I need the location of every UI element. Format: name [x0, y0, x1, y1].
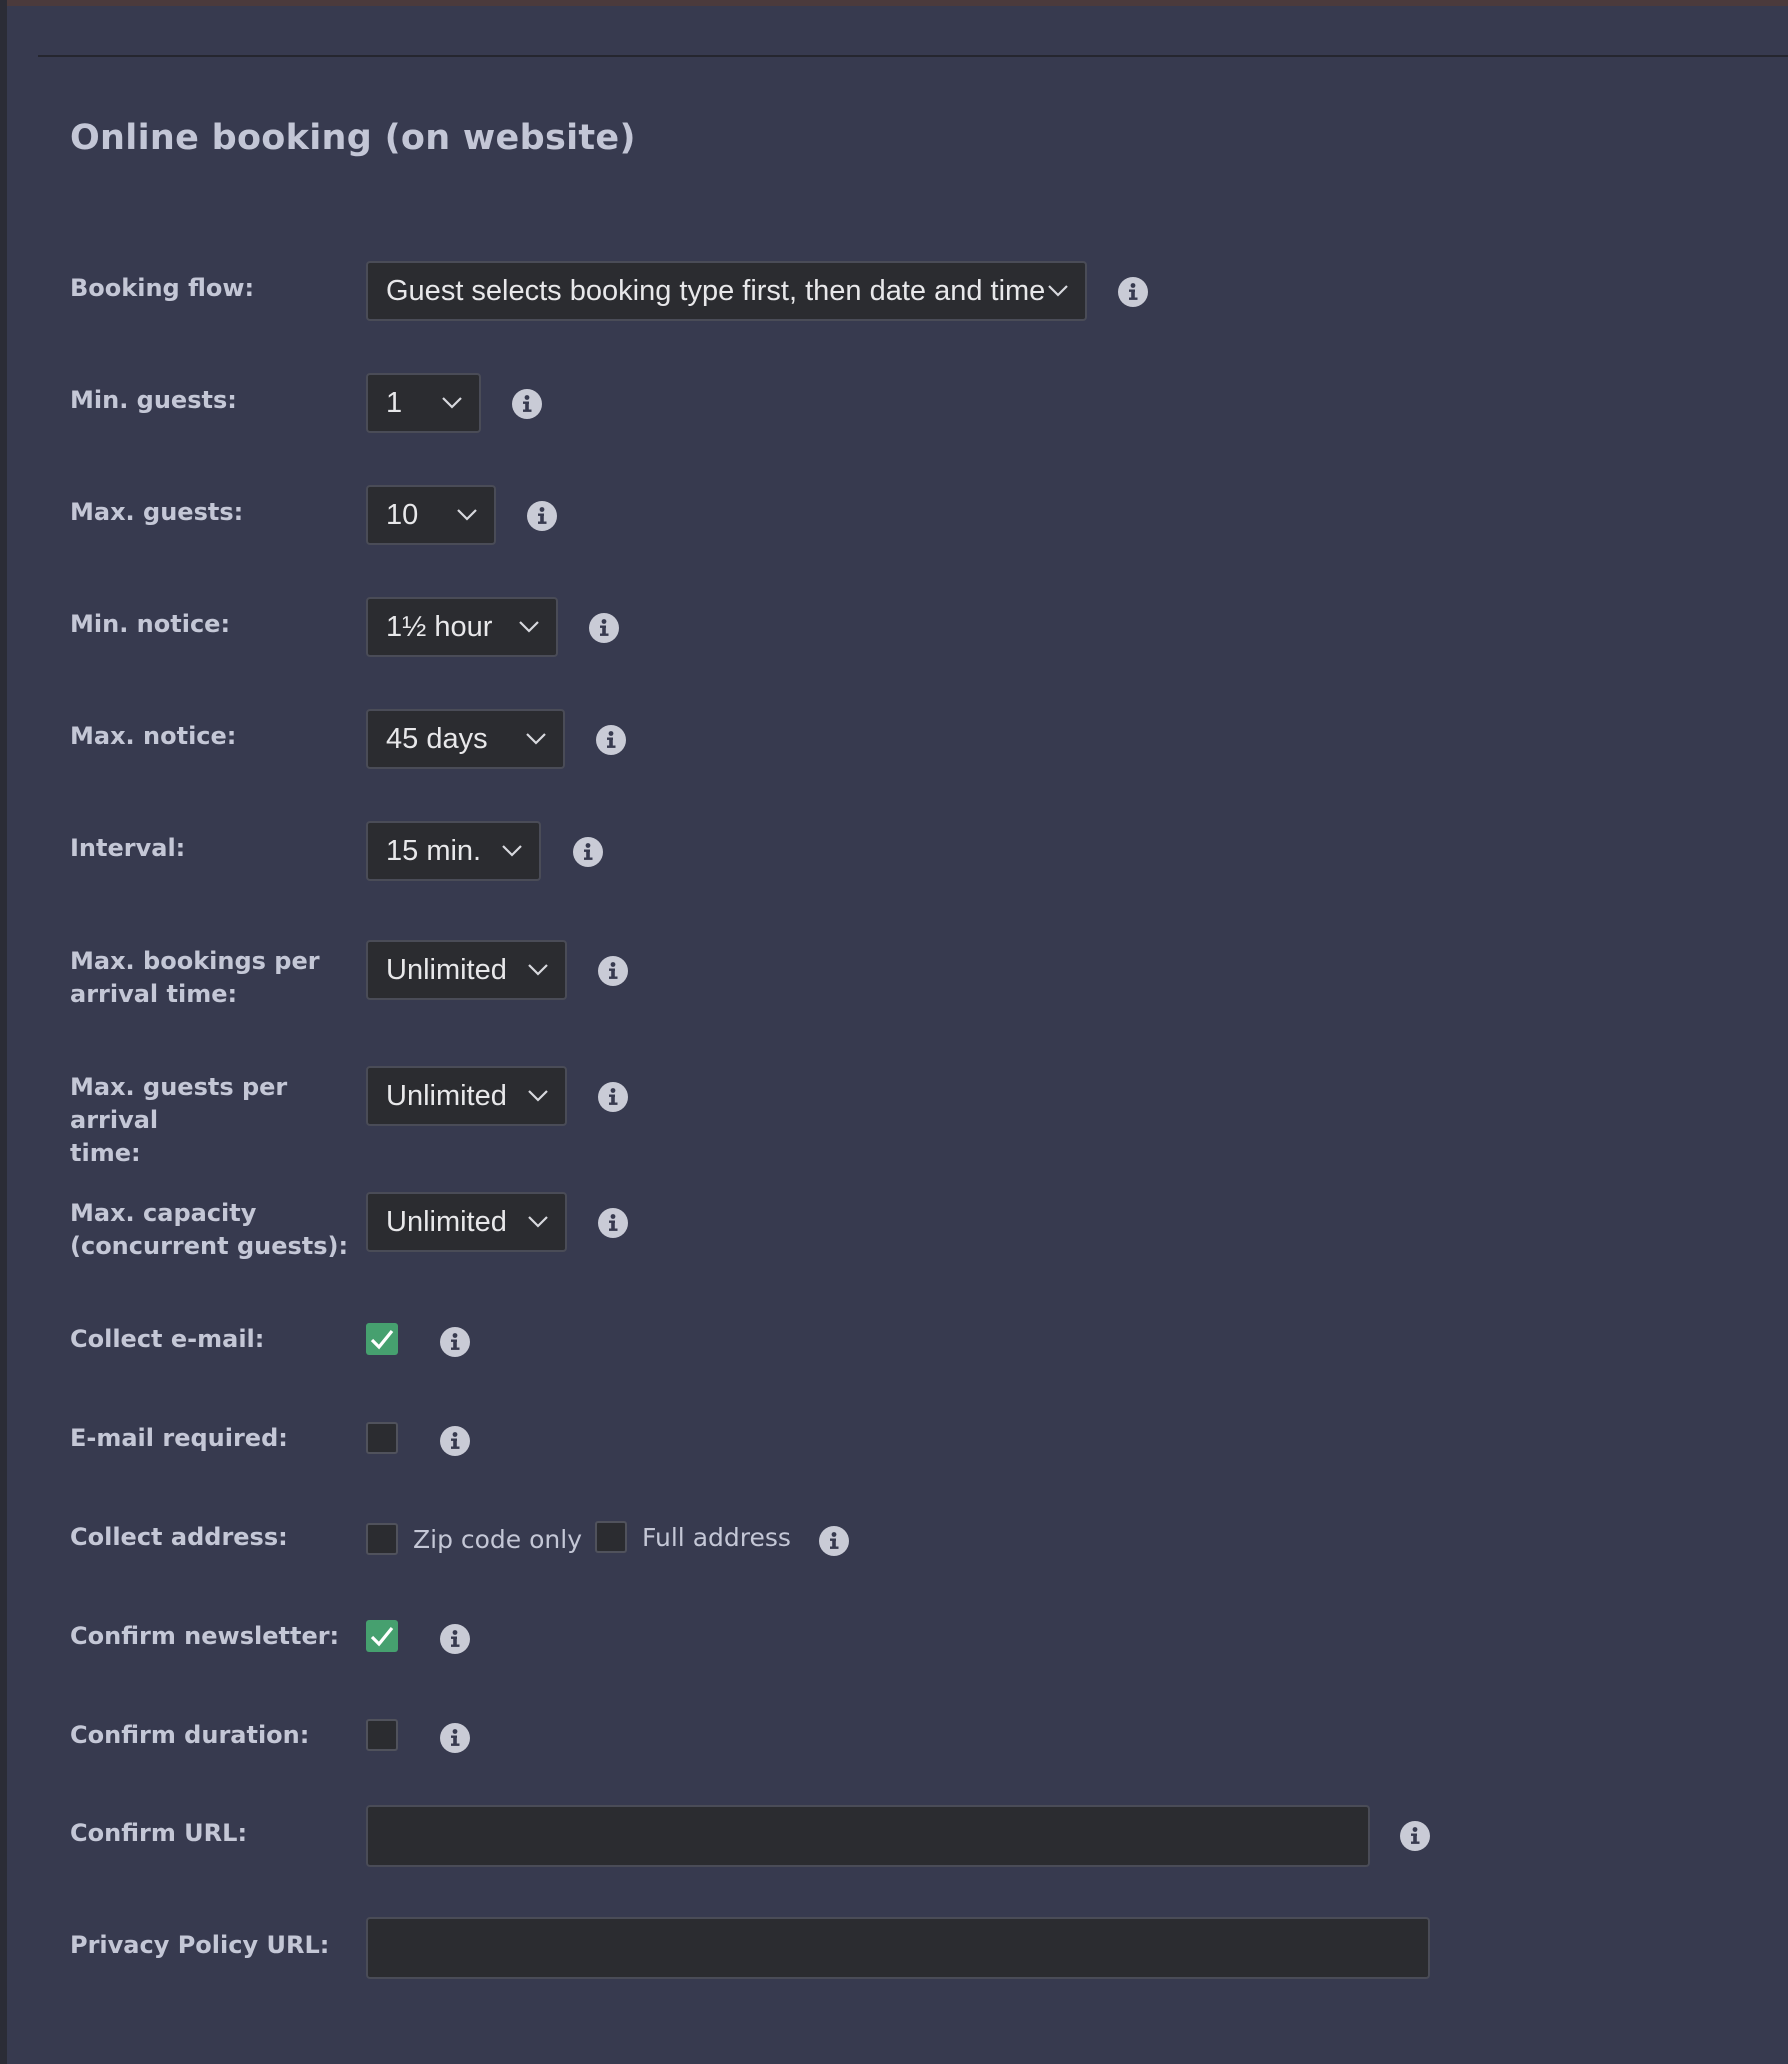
- info-icon[interactable]: [440, 1327, 470, 1357]
- top-accent-bar: [0, 0, 1788, 6]
- info-icon[interactable]: [819, 1526, 849, 1556]
- zip-code-only-label: Zip code only: [413, 1525, 583, 1554]
- info-icon[interactable]: [573, 837, 603, 867]
- max-capacity-value: Unlimited: [386, 1205, 507, 1238]
- email-required-label: E-mail required:: [70, 1424, 288, 1452]
- chevron-down-icon: [526, 733, 546, 745]
- info-icon[interactable]: [440, 1624, 470, 1654]
- min-guests-label: Min. guests:: [70, 386, 237, 414]
- info-icon[interactable]: [1400, 1821, 1430, 1851]
- section-title: Online booking (on website): [70, 118, 636, 158]
- min-notice-label: Min. notice:: [70, 610, 231, 638]
- section-divider: [38, 55, 1788, 57]
- info-icon[interactable]: [596, 725, 626, 755]
- chevron-down-icon: [528, 1090, 548, 1102]
- chevron-down-icon: [528, 1216, 548, 1228]
- chevron-down-icon: [457, 509, 477, 521]
- max-guests-select[interactable]: 10: [366, 485, 496, 545]
- confirm-url-input[interactable]: [366, 1805, 1370, 1867]
- max-guests-per-arrival-select[interactable]: Unlimited: [366, 1066, 567, 1126]
- collect-address-label: Collect address:: [70, 1523, 288, 1551]
- info-icon[interactable]: [527, 501, 557, 531]
- max-capacity-label-line2: (concurrent guests):: [70, 1232, 349, 1260]
- min-notice-value: 1½ hour: [386, 610, 493, 643]
- confirm-url-label: Confirm URL:: [70, 1819, 248, 1847]
- interval-select[interactable]: 15 min.: [366, 821, 541, 881]
- interval-label: Interval:: [70, 834, 186, 862]
- max-notice-select[interactable]: 45 days: [366, 709, 565, 769]
- max-notice-value: 45 days: [386, 722, 488, 755]
- collect-email-checkbox[interactable]: [366, 1323, 398, 1355]
- chevron-down-icon: [1048, 285, 1068, 297]
- max-capacity-label-line1: Max. capacity: [70, 1199, 257, 1227]
- max-guests-per-arrival-label-line1: Max. guests per arrival: [70, 1073, 288, 1134]
- full-address-label: Full address: [642, 1523, 791, 1552]
- max-notice-label: Max. notice:: [70, 722, 237, 750]
- collect-email-label: Collect e-mail:: [70, 1325, 265, 1353]
- privacy-policy-url-label: Privacy Policy URL:: [70, 1931, 330, 1959]
- info-icon[interactable]: [440, 1723, 470, 1753]
- info-icon[interactable]: [1118, 277, 1148, 307]
- info-icon[interactable]: [598, 1082, 628, 1112]
- max-guests-label: Max. guests:: [70, 498, 244, 526]
- info-icon[interactable]: [440, 1426, 470, 1456]
- max-guests-per-arrival-label: Max. guests per arrival time:: [70, 1071, 370, 1170]
- max-bookings-per-arrival-label: Max. bookings per arrival time:: [70, 945, 350, 1011]
- booking-flow-select[interactable]: Guest selects booking type first, then d…: [366, 261, 1087, 321]
- checkmark-icon: [370, 1626, 394, 1647]
- chevron-down-icon: [502, 845, 522, 857]
- max-bookings-per-arrival-value: Unlimited: [386, 953, 507, 986]
- min-guests-value: 1: [386, 386, 403, 419]
- zip-code-only-checkbox[interactable]: [366, 1523, 398, 1555]
- interval-value: 15 min.: [386, 834, 482, 867]
- info-icon[interactable]: [589, 613, 619, 643]
- confirm-duration-checkbox[interactable]: [366, 1719, 398, 1751]
- max-guests-per-arrival-label-line2: time:: [70, 1139, 141, 1167]
- confirm-duration-label: Confirm duration:: [70, 1721, 310, 1749]
- privacy-policy-url-input[interactable]: [366, 1917, 1430, 1979]
- checkmark-icon: [370, 1329, 394, 1350]
- max-bookings-per-arrival-label-line2: arrival time:: [70, 980, 238, 1008]
- chevron-down-icon: [528, 964, 548, 976]
- confirm-newsletter-label: Confirm newsletter:: [70, 1622, 340, 1650]
- email-required-checkbox[interactable]: [366, 1422, 398, 1454]
- info-icon[interactable]: [512, 389, 542, 419]
- left-edge: [0, 0, 7, 2064]
- full-address-checkbox[interactable]: [595, 1521, 627, 1553]
- chevron-down-icon: [442, 397, 462, 409]
- booking-flow-label: Booking flow:: [70, 274, 255, 302]
- max-bookings-per-arrival-label-line1: Max. bookings per: [70, 947, 320, 975]
- min-guests-select[interactable]: 1: [366, 373, 481, 433]
- max-capacity-select[interactable]: Unlimited: [366, 1192, 567, 1252]
- min-notice-select[interactable]: 1½ hour: [366, 597, 558, 657]
- max-bookings-per-arrival-select[interactable]: Unlimited: [366, 940, 567, 1000]
- info-icon[interactable]: [598, 956, 628, 986]
- max-guests-per-arrival-value: Unlimited: [386, 1079, 507, 1112]
- confirm-newsletter-checkbox[interactable]: [366, 1620, 398, 1652]
- booking-flow-value: Guest selects booking type first, then d…: [386, 274, 1046, 307]
- chevron-down-icon: [519, 621, 539, 633]
- max-capacity-label: Max. capacity (concurrent guests):: [70, 1197, 350, 1263]
- max-guests-value: 10: [386, 498, 419, 531]
- info-icon[interactable]: [598, 1208, 628, 1238]
